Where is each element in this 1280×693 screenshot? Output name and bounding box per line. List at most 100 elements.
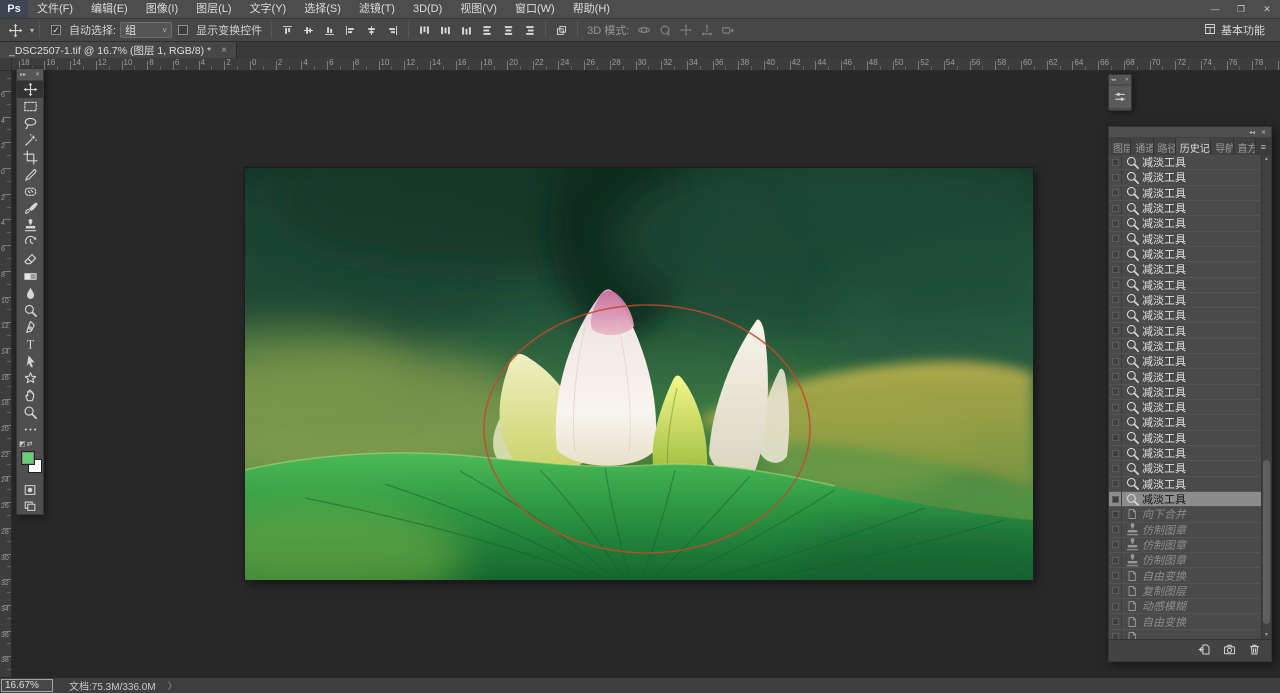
document-canvas[interactable]: [245, 168, 1033, 580]
history-state-row[interactable]: 减淡工具: [1109, 155, 1261, 170]
history-brush-source-well[interactable]: [1109, 216, 1122, 230]
history-state-row[interactable]: 自由变换: [1109, 614, 1261, 629]
dodge-tool[interactable]: [17, 302, 43, 319]
tools-panel-header[interactable]: ▸▸ ✕: [17, 69, 43, 81]
ellipsis-tool[interactable]: [17, 421, 43, 438]
status-popup-arrow-icon[interactable]: 〉: [168, 679, 177, 692]
close-icon[interactable]: ✕: [1261, 129, 1266, 136]
history-brush-source-well[interactable]: [1109, 354, 1122, 368]
delete-state-icon[interactable]: [1248, 643, 1261, 659]
workspace-switcher[interactable]: 基本功能: [1194, 22, 1275, 38]
menu-item-7[interactable]: 3D(D): [404, 0, 451, 18]
history-state-row[interactable]: 减淡工具: [1109, 477, 1261, 492]
align-bottom-icon[interactable]: [319, 21, 340, 39]
history-state-row[interactable]: 减淡工具: [1109, 247, 1261, 262]
panel-tab-1[interactable]: 通道: [1131, 138, 1153, 155]
panel-tab-4[interactable]: 导航: [1211, 138, 1233, 155]
panel-tab-5[interactable]: 直方: [1234, 138, 1256, 155]
menu-item-1[interactable]: 编辑(E): [82, 0, 137, 18]
dist-right-icon[interactable]: [519, 21, 540, 39]
tool-preset-caret-icon[interactable]: ▾: [30, 26, 34, 35]
history-state-row[interactable]: 减淡工具: [1109, 232, 1261, 247]
history-brush-source-well[interactable]: [1109, 584, 1122, 598]
vertical-ruler[interactable]: 64202468101214161820222426283032343638: [0, 71, 12, 677]
history-state-row[interactable]: 减淡工具: [1109, 461, 1261, 476]
collapse-icon[interactable]: ◂◂: [1111, 77, 1116, 83]
patch-tool[interactable]: [17, 183, 43, 200]
history-brush-source-well[interactable]: [1109, 186, 1122, 200]
new-doc-from-state-icon[interactable]: [1198, 643, 1211, 659]
expand-panel-icon[interactable]: ▸▸: [20, 71, 26, 78]
panel-menu-icon[interactable]: ≡: [1256, 138, 1271, 155]
align-hcenter-icon[interactable]: [361, 21, 382, 39]
scrollbar-thumb[interactable]: [1263, 460, 1270, 625]
zoom-tool[interactable]: [17, 404, 43, 421]
shape-tool[interactable]: [17, 370, 43, 387]
document-tab[interactable]: _DSC2507-1.tif @ 16.7% (图层 1, RGB/8) * ×: [0, 42, 237, 58]
3d-rotate-icon[interactable]: [633, 21, 654, 39]
align-right-icon[interactable]: [382, 21, 403, 39]
history-state-row[interactable]: 减淡工具: [1109, 431, 1261, 446]
history-brush-source-well[interactable]: [1109, 538, 1122, 552]
3d-slide-icon[interactable]: [696, 21, 717, 39]
history-state-row[interactable]: 仿制图章: [1109, 523, 1261, 538]
lasso-tool[interactable]: [17, 115, 43, 132]
auto-select-dropdown[interactable]: 组 ˅: [120, 22, 172, 38]
menu-item-3[interactable]: 图层(L): [187, 0, 240, 18]
panel-tab-3[interactable]: 历史记录: [1176, 138, 1212, 155]
history-state-row[interactable]: 减淡工具: [1109, 385, 1261, 400]
history-brush-source-well[interactable]: [1109, 614, 1122, 628]
history-brush-source-well[interactable]: [1109, 599, 1122, 613]
history-brush-source-well[interactable]: [1109, 247, 1122, 261]
history-brush-source-well[interactable]: [1109, 630, 1122, 639]
history-brush-source-well[interactable]: [1109, 553, 1122, 567]
3d-pan-icon[interactable]: [675, 21, 696, 39]
dist-top-icon[interactable]: [414, 21, 435, 39]
history-brush-source-well[interactable]: [1109, 262, 1122, 276]
history-state-row[interactable]: 减淡工具: [1109, 339, 1261, 354]
history-brush-source-well[interactable]: [1109, 308, 1122, 322]
close-button[interactable]: ✕: [1254, 0, 1280, 18]
history-state-row[interactable]: 复制图层: [1109, 584, 1261, 599]
history-brush-source-well[interactable]: [1109, 400, 1122, 414]
path-select-tool[interactable]: [17, 353, 43, 370]
history-state-row[interactable]: 减淡工具: [1109, 262, 1261, 277]
collapse-icon[interactable]: ◂◂: [1249, 129, 1255, 136]
history-brush-source-well[interactable]: [1109, 278, 1122, 292]
history-state-row[interactable]: 减淡工具: [1109, 415, 1261, 430]
history-panel-header[interactable]: ◂◂ ✕: [1109, 127, 1271, 138]
history-state-row[interactable]: 动感模糊: [1109, 599, 1261, 614]
history-brush-source-well[interactable]: [1109, 568, 1122, 582]
foreground-color-swatch[interactable]: [21, 451, 35, 465]
3d-roll-icon[interactable]: [654, 21, 675, 39]
menu-item-0[interactable]: 文件(F): [28, 0, 82, 18]
new-snapshot-icon[interactable]: [1223, 643, 1236, 659]
panel-tab-0[interactable]: 图层: [1109, 138, 1131, 155]
wand-tool[interactable]: [17, 132, 43, 149]
scroll-down-icon[interactable]: ▼: [1262, 632, 1271, 638]
history-state-row[interactable]: 减淡工具: [1109, 308, 1261, 323]
eyedropper-tool[interactable]: [17, 166, 43, 183]
ruler-corner[interactable]: [0, 58, 12, 71]
history-brush-source-well[interactable]: [1109, 492, 1122, 506]
history-state-row[interactable]: 减淡工具: [1109, 216, 1261, 231]
history-brush-source-well[interactable]: [1109, 155, 1122, 169]
history-scrollbar[interactable]: ▲ ▼: [1261, 155, 1271, 639]
history-state-row[interactable]: 减淡工具: [1109, 186, 1261, 201]
dock-header[interactable]: ◂◂ ✕: [1109, 75, 1131, 84]
history-state-row[interactable]: 减淡工具: [1109, 400, 1261, 415]
dist-vcenter-icon[interactable]: [435, 21, 456, 39]
history-brush-source-well[interactable]: [1109, 385, 1122, 399]
show-transform-checkbox[interactable]: [178, 25, 188, 35]
history-brush-source-well[interactable]: [1109, 461, 1122, 475]
tab-close-icon[interactable]: ×: [221, 45, 227, 56]
history-brush-source-well[interactable]: [1109, 339, 1122, 353]
align-vcenter-icon[interactable]: [298, 21, 319, 39]
horizontal-ruler[interactable]: 1816141210864202468101214161820222426283…: [12, 58, 1280, 71]
history-state-row[interactable]: 仿制图章: [1109, 553, 1261, 568]
3d-camera-icon[interactable]: [717, 21, 738, 39]
history-brush-source-well[interactable]: [1109, 507, 1122, 521]
minimize-button[interactable]: —: [1202, 0, 1228, 18]
history-brush-source-well[interactable]: [1109, 431, 1122, 445]
blur-tool[interactable]: [17, 285, 43, 302]
